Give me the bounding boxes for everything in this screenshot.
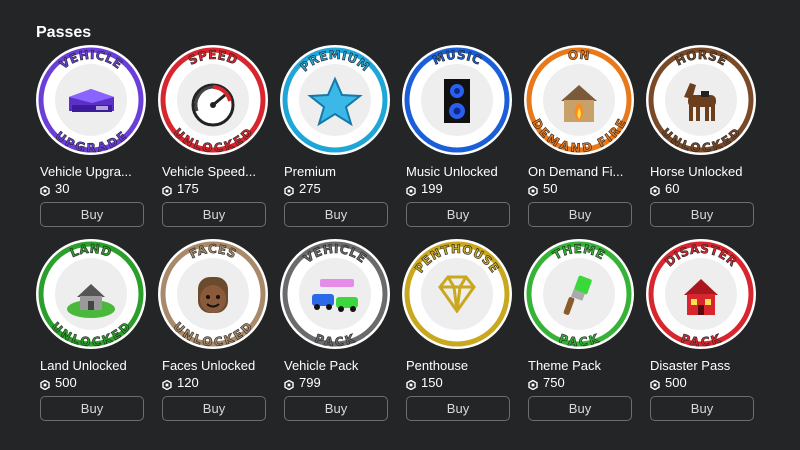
buy-button[interactable]: Buy <box>650 396 754 421</box>
buy-button[interactable]: Buy <box>162 396 266 421</box>
buy-button[interactable]: Buy <box>528 202 632 227</box>
robux-icon <box>284 184 294 196</box>
pass-card[interactable]: ON DEMAND FIRE On Demand Fi... 50 Buy <box>524 45 634 227</box>
pass-name[interactable]: Penthouse <box>402 358 510 373</box>
pass-price-value: 275 <box>299 181 321 196</box>
pass-price-value: 750 <box>543 375 565 390</box>
pass-price: 199 <box>402 181 512 196</box>
pass-price: 120 <box>158 375 268 390</box>
robux-icon <box>406 378 416 390</box>
pass-badge-image[interactable]: FACES UNLOCKED <box>158 239 268 349</box>
pass-price: 750 <box>524 375 634 390</box>
pass-price: 175 <box>158 181 268 196</box>
pass-name[interactable]: Vehicle Pack <box>280 358 388 373</box>
pass-badge-image[interactable]: DISASTER PACK <box>646 239 756 349</box>
pass-card[interactable]: VEHICLE UPGRADE Vehicle Upgra... 30 Buy <box>36 45 146 227</box>
pass-name[interactable]: Premium <box>280 164 388 179</box>
pass-price: 150 <box>402 375 512 390</box>
speaker-icon <box>444 79 470 123</box>
robux-icon <box>162 378 172 390</box>
robux-icon <box>284 378 294 390</box>
section-title: Passes <box>36 24 92 41</box>
passes-grid: VEHICLE UPGRADE Vehicle Upgra... 30 Buy SPEED… <box>36 45 768 421</box>
pass-card[interactable]: VEHICLE PACK Vehicle Pack 799 Buy <box>280 239 390 421</box>
pass-price: 30 <box>36 181 146 196</box>
buy-button[interactable]: Buy <box>650 202 754 227</box>
robux-icon <box>40 378 50 390</box>
pass-badge-image[interactable]: PREMIUM <box>280 45 390 155</box>
pass-card[interactable]: SPEED UNLOCKED Vehicle Speed... 175 Buy <box>158 45 268 227</box>
pass-badge-image[interactable]: VEHICLE PACK <box>280 239 390 349</box>
pass-card[interactable]: HORSE UNLOCKED Horse Unlocked 60 Buy <box>646 45 756 227</box>
pass-card[interactable]: MUSIC Music Unlocked 199 Buy <box>402 45 512 227</box>
pass-badge-image[interactable]: THEME PACK <box>524 239 634 349</box>
buy-button[interactable]: Buy <box>284 202 388 227</box>
pass-price-value: 60 <box>665 181 680 196</box>
pass-badge-image[interactable]: LAND UNLOCKED <box>36 239 146 349</box>
robux-icon <box>406 184 416 196</box>
pass-price: 50 <box>524 181 634 196</box>
pass-name[interactable]: Horse Unlocked <box>646 164 754 179</box>
robux-icon <box>40 184 50 196</box>
passes-page: Passes VEHICLE UPGRADE Vehicle Upgra... 30 B… <box>0 0 800 450</box>
buy-button[interactable]: Buy <box>40 202 144 227</box>
pass-name[interactable]: Vehicle Speed... <box>158 164 266 179</box>
pass-price-value: 50 <box>543 181 558 196</box>
pass-name[interactable]: Theme Pack <box>524 358 632 373</box>
pass-card[interactable]: THEME PACK Theme Pack 750 Buy <box>524 239 634 421</box>
pass-name[interactable]: On Demand Fi... <box>524 164 632 179</box>
pass-price: 60 <box>646 181 756 196</box>
pass-card[interactable]: DISASTER PACK Disaster Pass 500 Buy <box>646 239 756 421</box>
pass-badge-image[interactable]: VEHICLE UPGRADE <box>36 45 146 155</box>
buy-button[interactable]: Buy <box>284 396 388 421</box>
pass-price-value: 30 <box>55 181 70 196</box>
pass-name[interactable]: Vehicle Upgra... <box>36 164 144 179</box>
robux-icon <box>650 378 660 390</box>
pass-price-value: 500 <box>665 375 687 390</box>
buy-button[interactable]: Buy <box>406 202 510 227</box>
pass-card[interactable]: LAND UNLOCKED Land Unlocked 500 Buy <box>36 239 146 421</box>
pass-badge-image[interactable]: MUSIC <box>402 45 512 155</box>
robux-icon <box>528 378 538 390</box>
pass-price-value: 175 <box>177 181 199 196</box>
pass-name[interactable]: Land Unlocked <box>36 358 144 373</box>
robux-icon <box>162 184 172 196</box>
buy-button[interactable]: Buy <box>40 396 144 421</box>
pass-price-value: 199 <box>421 181 443 196</box>
pass-price: 275 <box>280 181 390 196</box>
pass-card[interactable]: FACES UNLOCKED Faces Unlocked 120 Buy <box>158 239 268 421</box>
buy-button[interactable]: Buy <box>406 396 510 421</box>
pass-badge-image[interactable]: SPEED UNLOCKED <box>158 45 268 155</box>
buy-button[interactable]: Buy <box>528 396 632 421</box>
pass-card[interactable]: PREMIUM Premium 275 Buy <box>280 45 390 227</box>
pass-price-value: 500 <box>55 375 77 390</box>
robux-icon <box>650 184 660 196</box>
face-icon <box>198 277 228 313</box>
pass-badge-image[interactable]: ON DEMAND FIRE <box>524 45 634 155</box>
pass-card[interactable]: PENTHOUSE Penthouse 150 Buy <box>402 239 512 421</box>
robux-icon <box>528 184 538 196</box>
speedometer-icon <box>191 83 235 127</box>
pass-name[interactable]: Music Unlocked <box>402 164 510 179</box>
pass-badge-image[interactable]: PENTHOUSE <box>402 239 512 349</box>
pass-price: 500 <box>646 375 756 390</box>
pass-price-value: 120 <box>177 375 199 390</box>
pass-price-value: 799 <box>299 375 321 390</box>
pass-badge-image[interactable]: HORSE UNLOCKED <box>646 45 756 155</box>
pass-price-value: 150 <box>421 375 443 390</box>
pass-price: 500 <box>36 375 146 390</box>
pass-price: 799 <box>280 375 390 390</box>
buy-button[interactable]: Buy <box>162 202 266 227</box>
pass-name[interactable]: Disaster Pass <box>646 358 754 373</box>
pass-name[interactable]: Faces Unlocked <box>158 358 266 373</box>
